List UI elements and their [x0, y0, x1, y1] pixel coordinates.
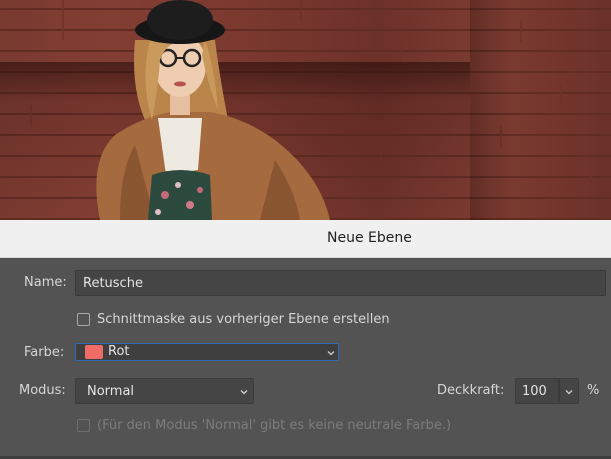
color-select[interactable]: Rot — [75, 343, 339, 361]
color-value: Rot — [108, 344, 130, 359]
name-input[interactable] — [75, 270, 606, 296]
neutral-fill-label: (Für den Modus 'Normal' gibt es keine ne… — [97, 418, 452, 433]
chevron-down-icon — [565, 390, 573, 395]
chevron-down-icon — [240, 390, 248, 395]
woman-figure — [96, 0, 330, 220]
opacity-label: Deckkraft: — [437, 383, 505, 398]
mode-value: Normal — [87, 384, 135, 399]
neutral-fill-checkbox[interactable] — [77, 419, 90, 432]
dialog-titlebar[interactable]: Neue Ebene — [0, 220, 611, 258]
opacity-unit: % — [587, 383, 600, 398]
chevron-down-icon — [327, 351, 335, 356]
clipping-mask-label[interactable]: Schnittmaske aus vorheriger Ebene erstel… — [97, 312, 390, 327]
mode-select[interactable]: Normal — [75, 378, 254, 404]
new-layer-dialog: Name: Schnittmaske aus vorheriger Ebene … — [0, 258, 611, 459]
dialog-title: Neue Ebene — [327, 230, 412, 246]
color-label: Farbe: — [24, 345, 65, 360]
color-swatch — [85, 345, 103, 359]
background-photo — [0, 0, 611, 220]
name-label: Name: — [24, 275, 67, 290]
mode-label: Modus: — [19, 383, 66, 398]
opacity-input[interactable]: 100 — [515, 378, 559, 404]
clipping-mask-checkbox[interactable] — [77, 313, 90, 326]
opacity-dropdown-button[interactable] — [559, 378, 579, 404]
